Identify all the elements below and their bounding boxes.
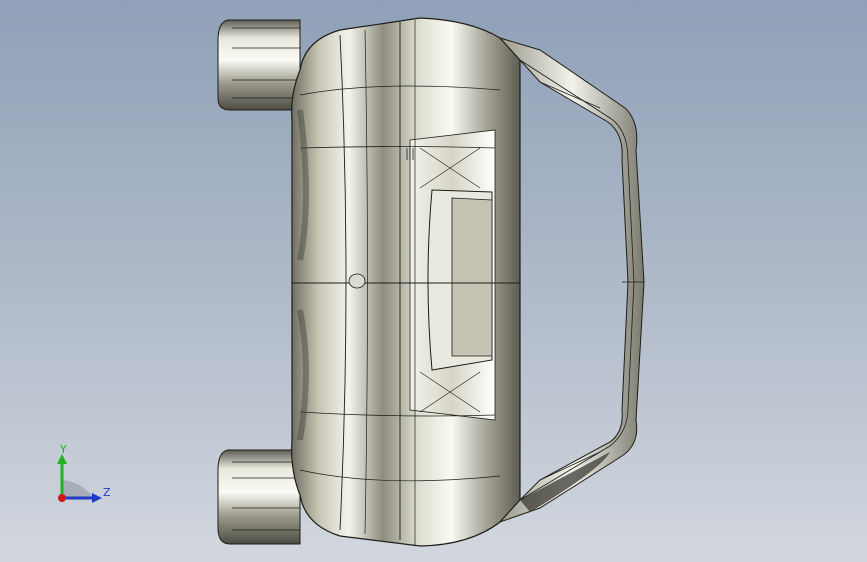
car-body [291,17,521,547]
roof-frame [498,37,645,523]
wheel-bottom [217,449,301,545]
graphics-viewport[interactable]: Y Z [0,0,867,562]
x-axis-dot [58,494,66,502]
car-body-model[interactable] [0,0,867,562]
triad-plane [62,480,94,498]
orientation-triad [57,454,102,503]
wheel-top [217,19,301,111]
triad-y-label: Y [60,443,67,456]
triad-z-label: Z [103,486,111,499]
